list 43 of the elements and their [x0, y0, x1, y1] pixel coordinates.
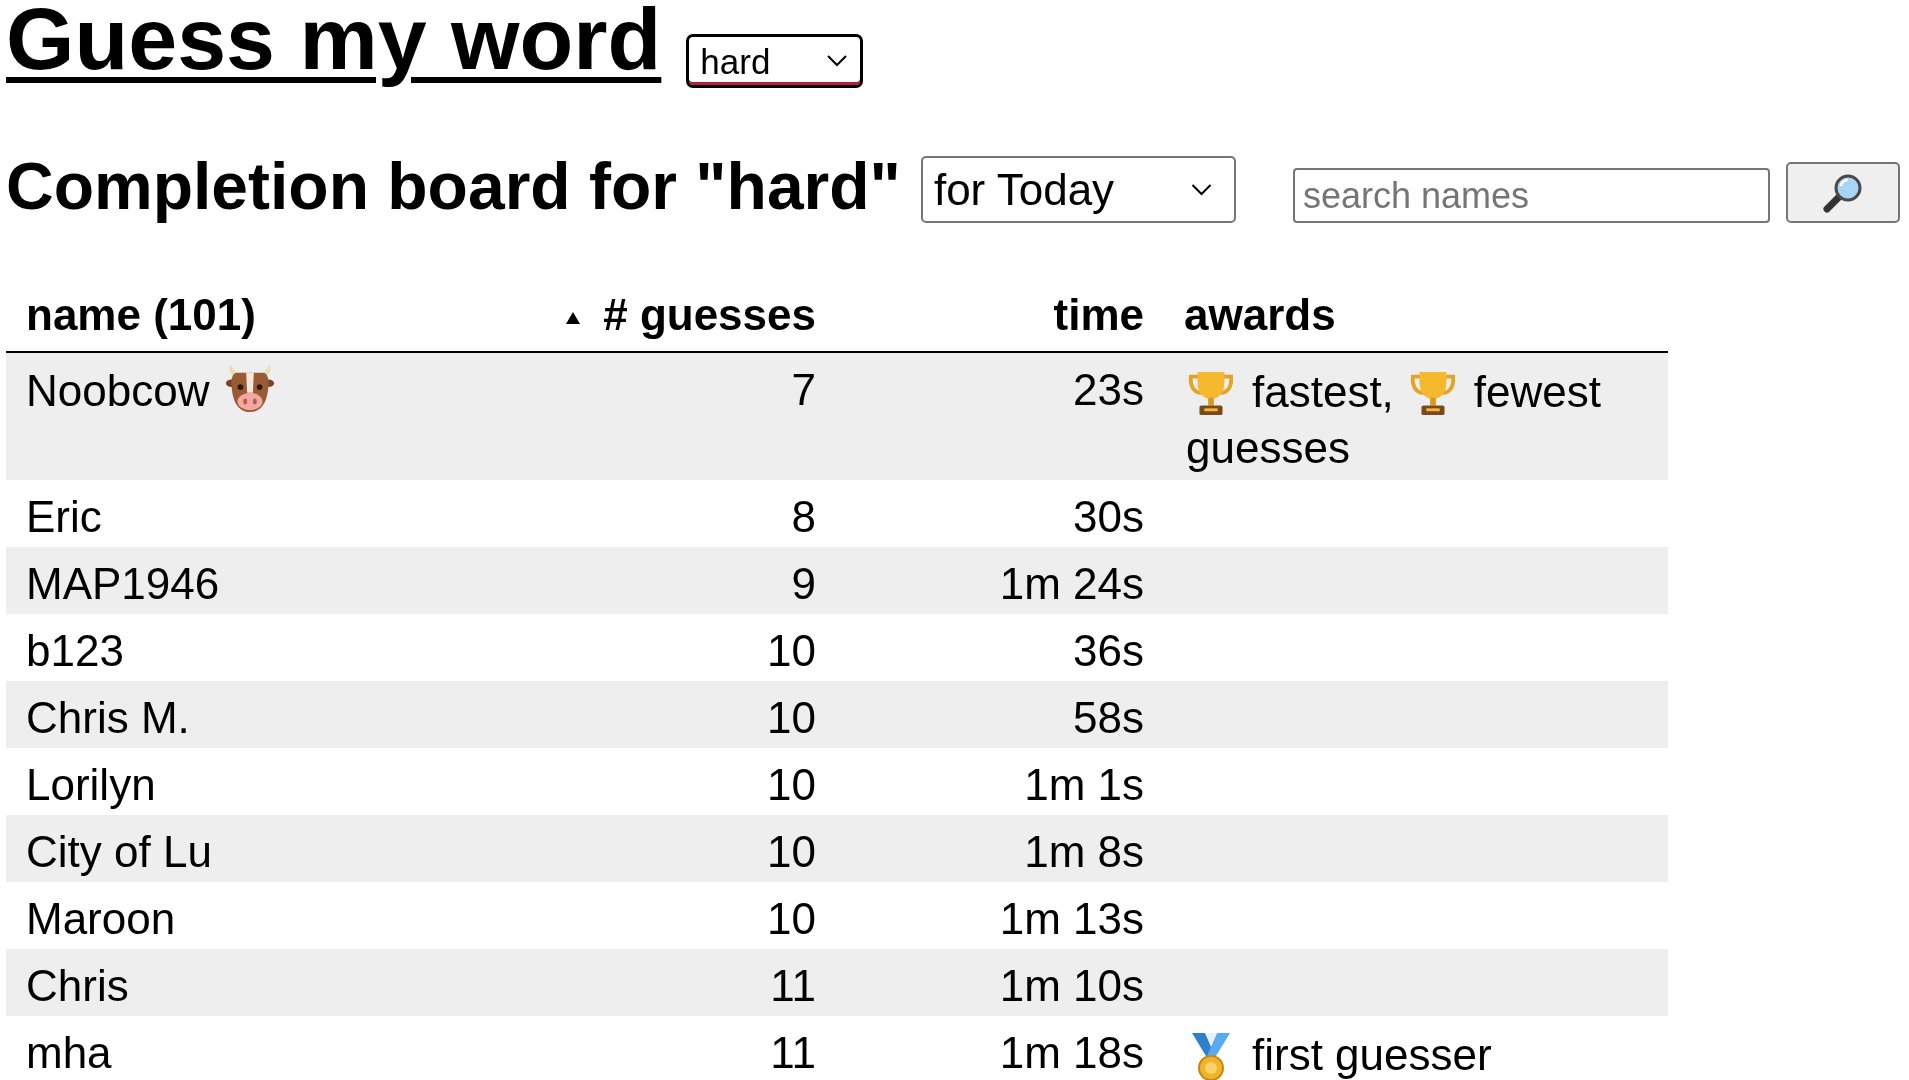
solve-time: 1m 13s — [999, 894, 1144, 943]
search-field[interactable]: search names — [1292, 168, 1770, 223]
guess-count: 10 — [767, 626, 816, 675]
player-name: City of Lu — [26, 827, 212, 876]
solve-time: 30s — [1073, 492, 1144, 541]
solve-time: 1m 18s — [999, 1028, 1144, 1077]
awards-text: first guesser — [1186, 1027, 1650, 1080]
difficulty-select[interactable]: hard — [686, 34, 864, 88]
solve-time: 1m 10s — [999, 961, 1144, 1010]
player-name: Eric — [26, 492, 102, 541]
player-name: Noobcow — [26, 366, 210, 415]
column-header[interactable]: # guesses — [603, 290, 816, 339]
guess-count: 10 — [767, 827, 816, 876]
guess-count: 11 — [770, 1028, 816, 1077]
column-header[interactable]: time — [1053, 290, 1144, 339]
solve-time: 1m 24s — [999, 559, 1144, 608]
guess-count: 8 — [791, 492, 816, 541]
guess-count: 9 — [791, 559, 816, 608]
solve-time: 23s — [1073, 365, 1144, 414]
guess-count: 10 — [767, 894, 816, 943]
column-header[interactable]: awards — [1184, 290, 1336, 339]
chevron-down-icon — [1190, 183, 1212, 196]
trophy-icon — [1186, 369, 1236, 417]
player-name: b123 — [26, 626, 124, 675]
solve-time: 1m 1s — [1024, 760, 1144, 809]
solve-time: 58s — [1073, 693, 1144, 742]
player-name: Maroon — [26, 894, 176, 943]
guess-count: 11 — [770, 961, 816, 1010]
solve-time: 36s — [1073, 626, 1144, 675]
chevron-down-icon — [827, 55, 848, 67]
column-header[interactable]: name (101) — [26, 290, 256, 339]
player-name: mha — [26, 1028, 112, 1077]
player-name: Chris — [26, 961, 129, 1010]
guess-count: 10 — [767, 693, 816, 742]
player-name: Chris M. — [26, 693, 190, 742]
period-select[interactable]: for Today — [920, 156, 1236, 223]
awards-text: fastest, fewest guesses — [1186, 366, 1602, 474]
player-name: Lorilyn — [26, 760, 156, 809]
guess-count: 7 — [791, 365, 816, 414]
guess-count: 10 — [767, 760, 816, 809]
player-name: MAP1946 — [26, 559, 220, 608]
search-button[interactable] — [1785, 162, 1900, 223]
solve-time: 1m 8s — [1024, 827, 1144, 876]
